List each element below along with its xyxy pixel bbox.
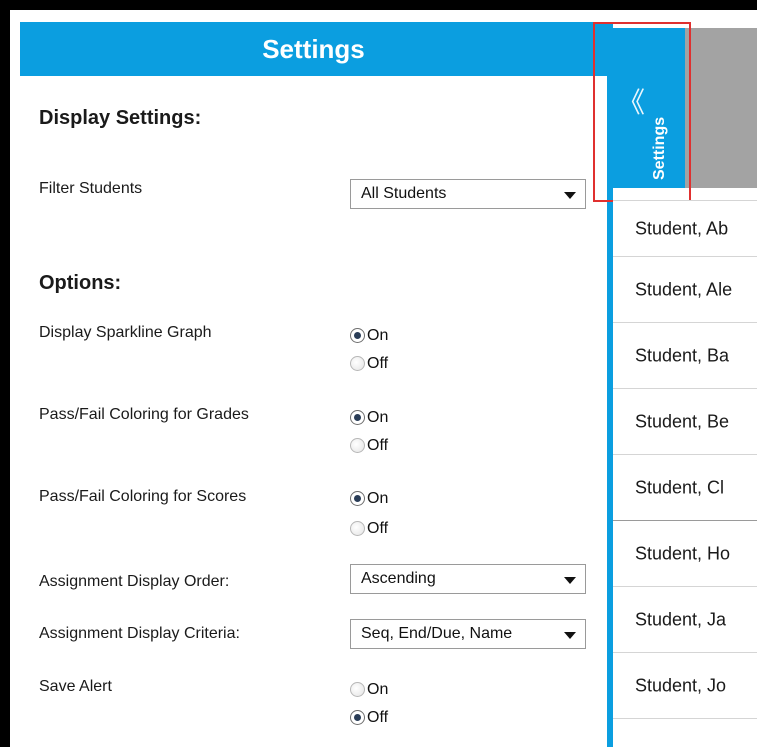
radio-selected-icon <box>350 491 365 506</box>
student-row[interactable]: Student, Be <box>613 388 757 454</box>
scores-coloring-on-label: On <box>367 490 389 507</box>
grades-coloring-label: Pass/Fail Coloring for Grades <box>39 406 249 423</box>
student-row[interactable]: Student, Ba <box>613 322 757 388</box>
radio-selected-icon <box>350 328 365 343</box>
student-row[interactable]: Student, Ab <box>613 200 757 256</box>
sparkline-on-label: On <box>367 327 389 344</box>
radio-selected-icon <box>350 710 365 725</box>
filter-students-label: Filter Students <box>39 180 143 197</box>
student-row[interactable]: Student, Jo <box>613 652 757 718</box>
display-order-select[interactable]: Ascending <box>350 564 586 594</box>
student-name: Student, Jo <box>635 675 727 695</box>
student-row[interactable] <box>613 718 757 747</box>
student-name: Student, Ab <box>635 218 729 238</box>
student-name: Student, Ale <box>635 279 733 299</box>
radio-selected-icon <box>350 410 365 425</box>
display-settings-heading: Display Settings: <box>39 107 202 129</box>
student-row[interactable]: Student, Ale <box>613 256 757 322</box>
student-name: Student, Ho <box>635 543 731 563</box>
grades-coloring-off-label: Off <box>367 437 389 454</box>
student-name: Student, Ba <box>635 345 730 365</box>
settings-panel: Settings Display Settings: Filter Studen… <box>20 22 607 747</box>
grid-header <box>685 28 757 188</box>
student-row[interactable]: Student, Ja <box>613 586 757 652</box>
highlight-box <box>593 22 691 202</box>
save-alert-off-label: Off <box>367 709 389 726</box>
scores-coloring-off-label: Off <box>367 520 389 537</box>
display-order-value: Ascending <box>361 570 436 587</box>
student-row[interactable]: Student, Ho <box>613 520 757 586</box>
settings-panel-title: Settings <box>20 22 607 76</box>
display-order-label: Assignment Display Order: <box>39 573 230 590</box>
student-name: Student, Be <box>635 411 730 431</box>
sparkline-off-label: Off <box>367 355 389 372</box>
dropdown-arrow-icon <box>564 632 576 639</box>
options-heading: Options: <box>39 272 122 294</box>
student-name: Student, Cl <box>635 477 725 497</box>
student-name: Student, Ja <box>635 609 727 629</box>
filter-students-select[interactable]: All Students <box>350 179 586 209</box>
grades-coloring-on-label: On <box>367 409 389 426</box>
display-criteria-select[interactable]: Seq, End/Due, Name <box>350 619 586 649</box>
dropdown-arrow-icon <box>564 577 576 584</box>
save-alert-label: Save Alert <box>39 678 112 695</box>
radio-unselected-icon <box>350 438 365 453</box>
save-alert-on-label: On <box>367 681 389 698</box>
sparkline-label: Display Sparkline Graph <box>39 324 212 341</box>
radio-unselected-icon <box>350 682 365 697</box>
dropdown-arrow-icon <box>564 192 576 199</box>
filter-students-value: All Students <box>361 185 447 202</box>
scores-coloring-label: Pass/Fail Coloring for Scores <box>39 488 247 505</box>
student-row[interactable]: Student, Cl <box>613 454 757 520</box>
display-criteria-value: Seq, End/Due, Name <box>361 625 513 642</box>
display-criteria-label: Assignment Display Criteria: <box>39 625 240 642</box>
radio-unselected-icon <box>350 521 365 536</box>
radio-unselected-icon <box>350 356 365 371</box>
